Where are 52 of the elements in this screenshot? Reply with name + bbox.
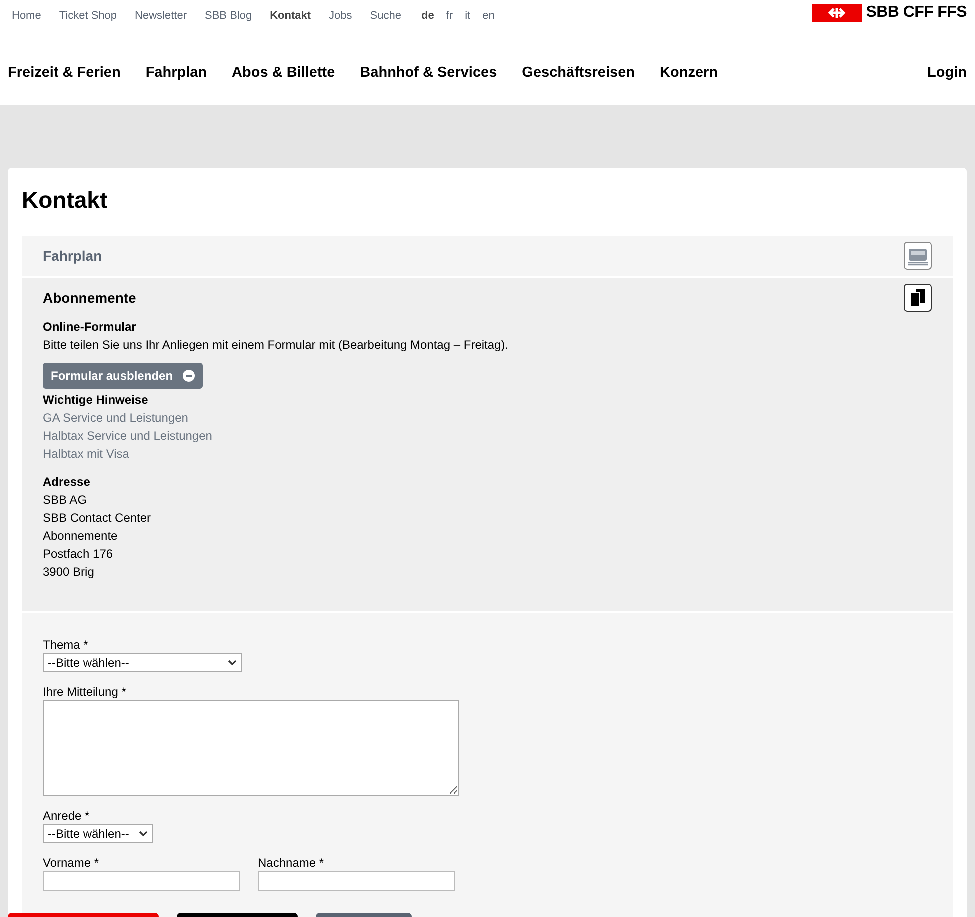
caret-icon <box>139 830 148 836</box>
address-line: 3900 Brig <box>43 564 96 581</box>
address-line: SBB Contact Center <box>43 510 152 527</box>
hide-form-button[interactable]: Formular ausblenden <box>43 363 204 389</box>
language-link[interactable]: de <box>422 10 434 22</box>
nav-link[interactable]: Fahrplan <box>146 65 208 81</box>
section-heading: Online-Formular <box>43 319 138 336</box>
language-link[interactable]: en <box>482 10 495 22</box>
select-field[interactable]: --Bitte wählen-- <box>43 653 242 672</box>
language-link[interactable]: fr <box>446 10 454 22</box>
field-label: Nachname * <box>258 855 326 871</box>
field-label: Ihre Mitteilung * <box>43 684 128 700</box>
address-line: Abonnemente <box>43 528 119 545</box>
description-text: Bitte teilen Sie uns Ihr Anliegen mit einem Formular mit (Bearbeitung Montag – Freitag). <box>43 337 510 354</box>
field-label: Anrede * <box>43 808 91 824</box>
nav-link[interactable]: Freizeit & Ferien <box>8 65 121 81</box>
top-link[interactable]: Home <box>12 10 42 22</box>
logo-icon <box>812 4 862 22</box>
top-link[interactable]: Kontakt <box>270 10 312 22</box>
login-link[interactable]: Login <box>928 65 967 81</box>
info-link[interactable]: Halbtax mit Visa <box>43 445 932 463</box>
address-line: Postfach 176 <box>43 546 114 563</box>
documents-icon[interactable] <box>904 284 932 312</box>
nav-link[interactable]: Bahnhof & Services <box>360 65 498 81</box>
nav-link[interactable]: Geschäftsreisen <box>522 65 636 81</box>
input-field[interactable] <box>43 871 240 891</box>
page-title: Kontakt <box>22 187 109 214</box>
accordion-title[interactable]: Fahrplan <box>43 248 102 264</box>
footer-button[interactable] <box>316 913 412 917</box>
train-icon[interactable] <box>904 242 932 270</box>
select-field[interactable]: --Bitte wählen-- <box>43 824 153 843</box>
top-link[interactable]: Newsletter <box>135 10 187 22</box>
language-link[interactable]: it <box>465 10 471 22</box>
top-link[interactable]: SBB Blog <box>205 10 252 22</box>
info-link[interactable]: GA Service und Leistungen <box>43 409 932 427</box>
caret-icon <box>228 660 237 666</box>
minus-icon <box>183 370 196 382</box>
section-heading: Adresse <box>43 474 92 491</box>
top-link[interactable]: Ticket Shop <box>59 10 118 22</box>
top-link[interactable]: Jobs <box>329 10 352 22</box>
top-link[interactable]: Suche <box>370 10 402 22</box>
nav-link[interactable]: Abos & Billette <box>232 65 336 81</box>
accordion-title[interactable]: Abonnemente <box>43 290 136 306</box>
address-line: SBB AG <box>43 492 88 509</box>
field-label: Thema * <box>43 637 90 653</box>
section-heading: Wichtige Hinweise <box>43 392 150 409</box>
input-field[interactable] <box>258 871 455 891</box>
field-label: Vorname * <box>43 855 100 871</box>
logo-text: SBB CFF FFS <box>866 4 967 22</box>
nav-link[interactable]: Konzern <box>660 65 718 81</box>
message-field[interactable] <box>43 700 459 796</box>
info-link[interactable]: Halbtax Service und Leistungen <box>43 427 932 445</box>
